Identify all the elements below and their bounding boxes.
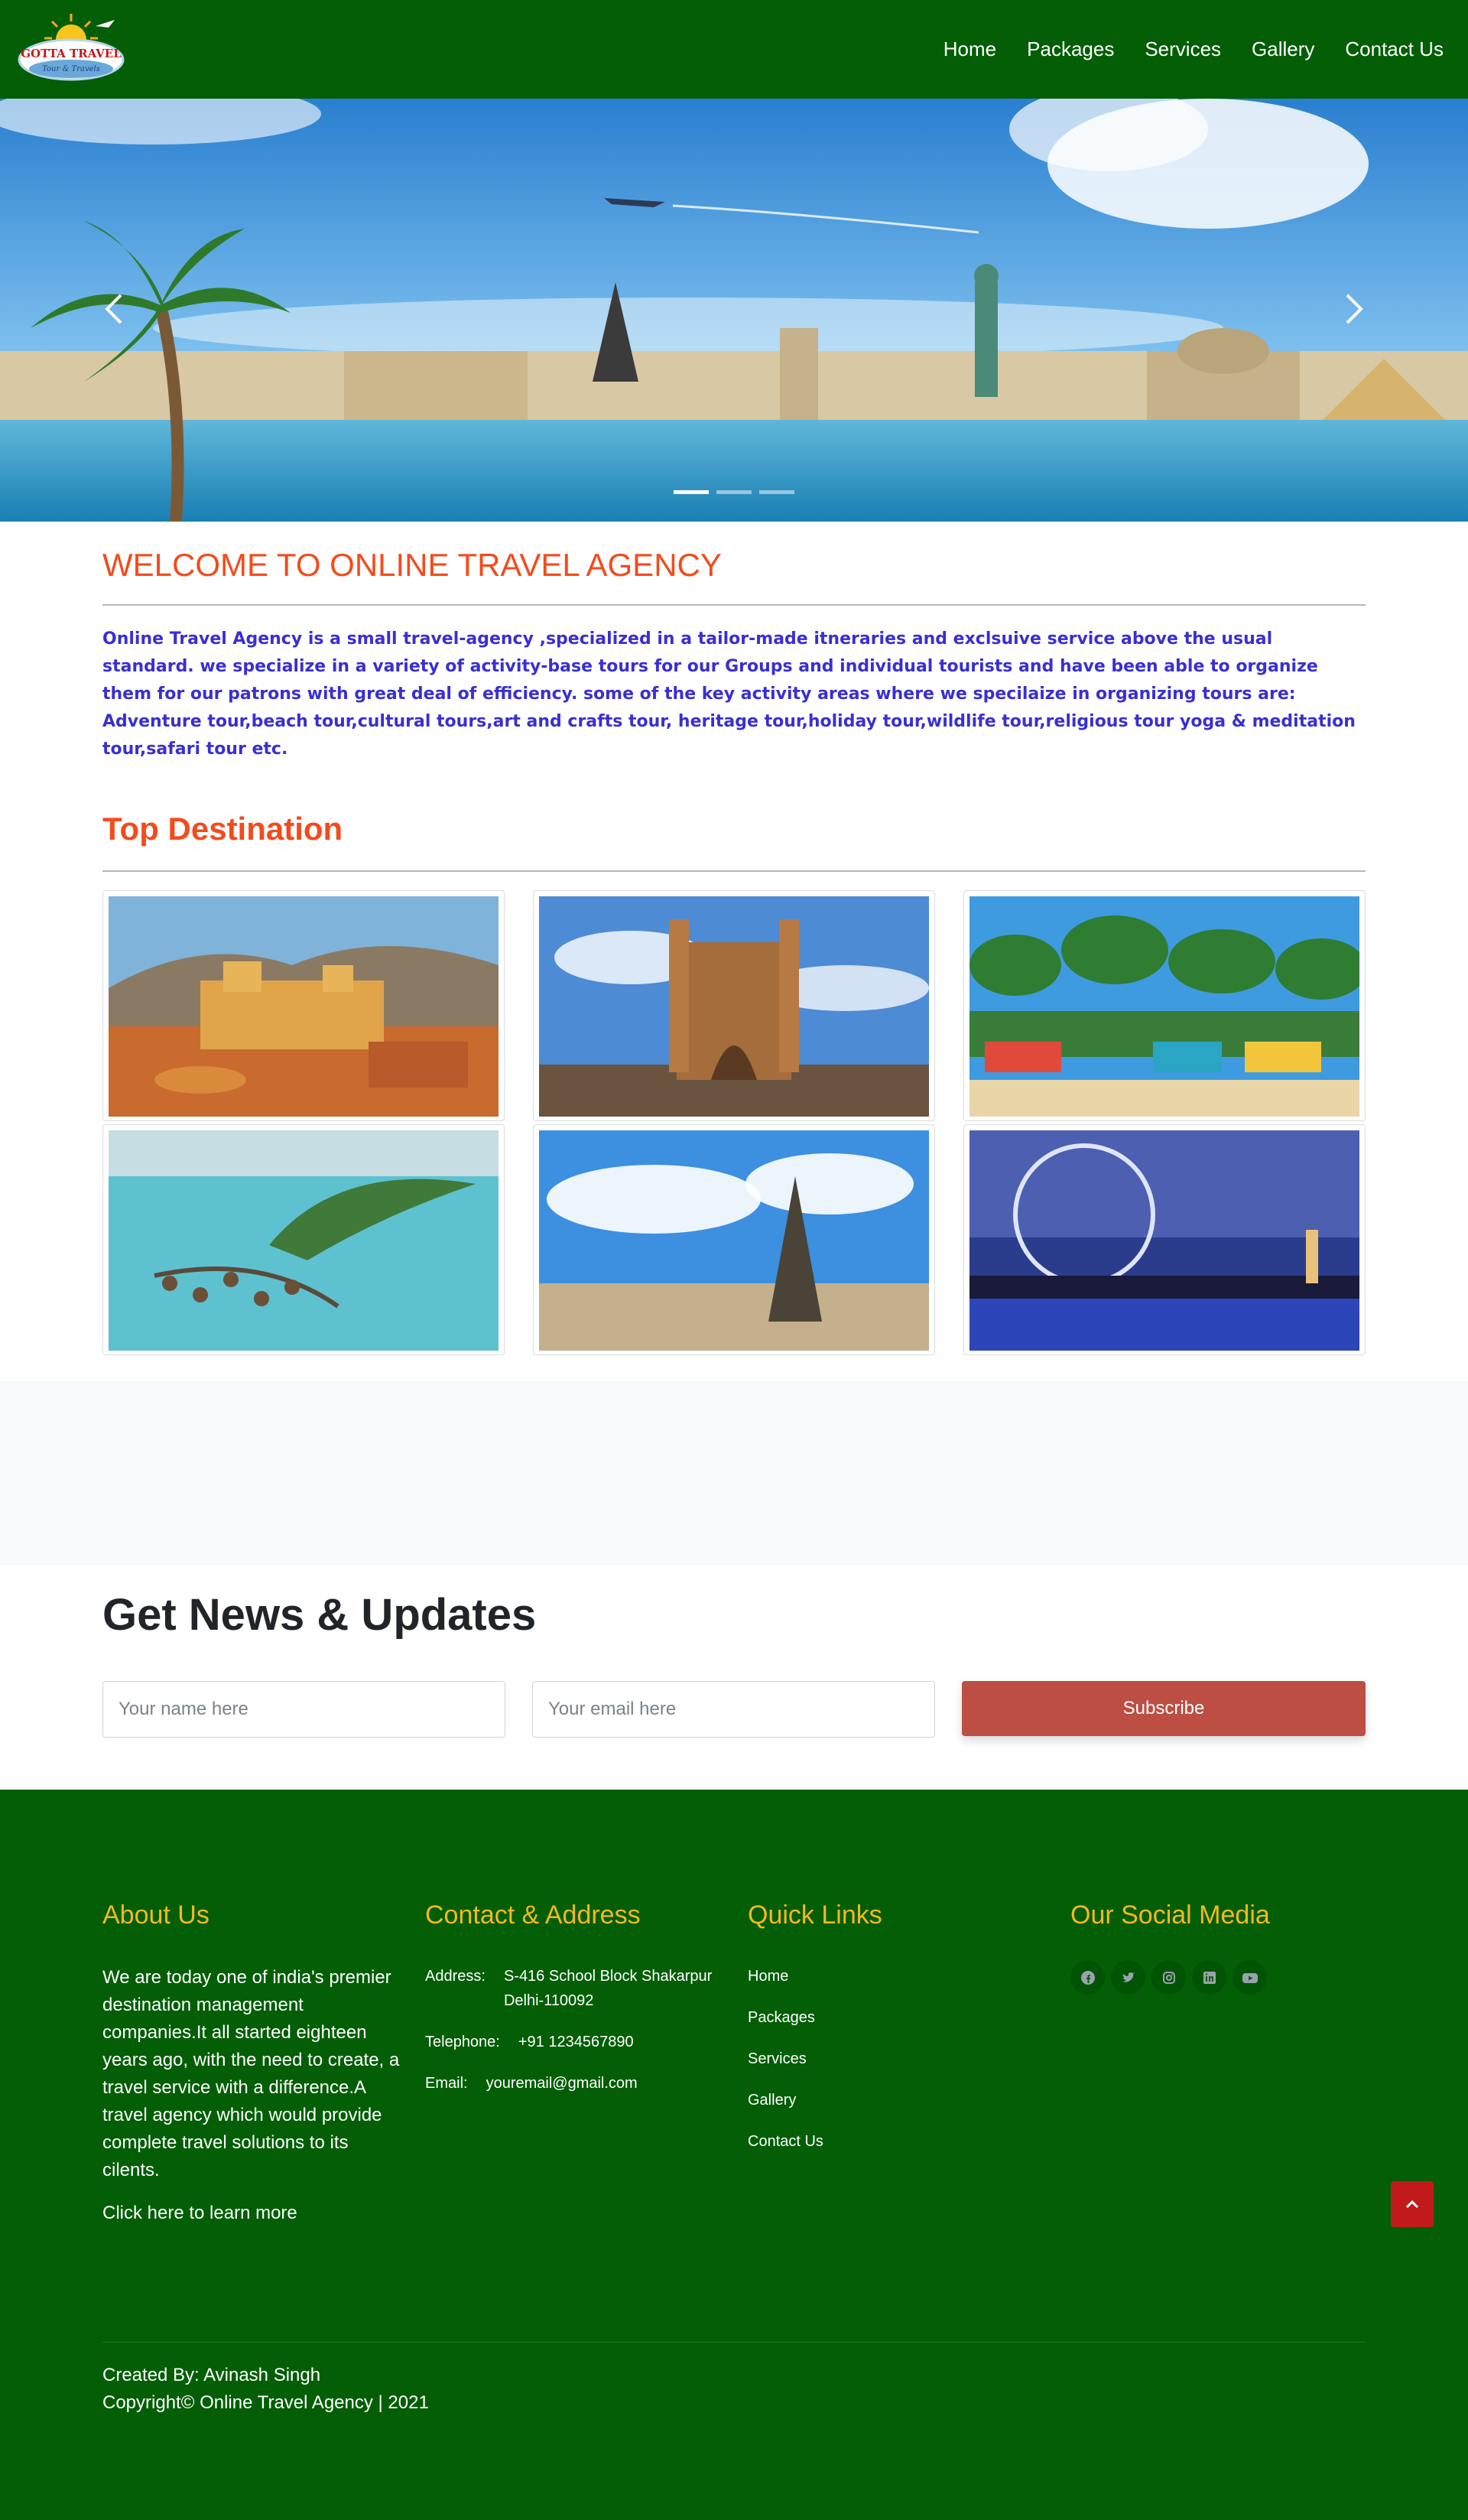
address-line-1: S-416 School Block Shakarpur <box>503 1968 713 1985</box>
about-text: We are today one of india's premier dest… <box>102 1967 400 2180</box>
contact-heading: Contact & Address <box>425 1901 641 1930</box>
learn-more-link[interactable]: Click here to learn more <box>102 2203 297 2224</box>
youtube-button[interactable] <box>1233 1960 1267 1995</box>
telephone-label: Telephone: <box>425 2034 500 2050</box>
twitter-icon <box>1122 1972 1135 1982</box>
carousel-indicator-1[interactable] <box>674 490 709 494</box>
quick-link-services[interactable]: Services <box>748 2050 807 2068</box>
welcome-text: Online Travel Agency is a small travel-a… <box>102 629 1356 759</box>
instagram-button[interactable] <box>1151 1960 1186 1995</box>
destination-card-hyderabad[interactable] <box>533 890 935 1121</box>
quick-links-heading: Quick Links <box>748 1901 882 1930</box>
destination-image <box>539 896 929 1117</box>
about-heading: About Us <box>102 1901 209 1930</box>
destination-card-jaipur[interactable] <box>102 890 505 1121</box>
destination-card-goa[interactable] <box>963 890 1366 1121</box>
carousel-indicators <box>0 490 1468 494</box>
svg-text:Tour & Travels: Tour & Travels <box>42 65 100 73</box>
subscribe-button[interactable]: Subscribe <box>962 1681 1366 1736</box>
telephone-value[interactable]: +91 1234567890 <box>518 2030 634 2054</box>
destination-card-paris[interactable] <box>533 1124 935 1355</box>
destination-image <box>109 896 499 1117</box>
gray-band <box>0 1381 1468 1565</box>
social-heading: Our Social Media <box>1070 1901 1270 1930</box>
newsletter-title: Get News & Updates <box>102 1590 537 1640</box>
carousel-indicator-2[interactable] <box>716 490 752 494</box>
facebook-icon <box>1080 1970 1095 1985</box>
quick-link-gallery[interactable]: Gallery <box>748 2092 796 2109</box>
credit-text: Created By: Avinash Singh <box>102 2365 321 2385</box>
nav-packages[interactable]: Packages <box>1027 37 1114 61</box>
destination-card-london[interactable] <box>963 1124 1366 1355</box>
contact-email: Email: youremail@gmail.com <box>425 2071 638 2096</box>
destination-card-maldives[interactable] <box>102 1124 505 1355</box>
nav-services[interactable]: Services <box>1145 37 1221 61</box>
destination-image <box>539 1130 929 1351</box>
destinations-title: Top Destination <box>102 811 343 847</box>
back-to-top-button[interactable] <box>1391 2181 1434 2227</box>
nav-gallery[interactable]: Gallery <box>1252 37 1314 61</box>
navbar: GOTTA TRAVEL Tour & Travels Home Package… <box>0 0 1468 99</box>
instagram-icon <box>1162 1971 1175 1984</box>
social-links <box>1070 1960 1267 1995</box>
twitter-button[interactable] <box>1111 1960 1145 1995</box>
carousel-indicator-3[interactable] <box>759 490 794 494</box>
copyright-text: Copyright© Online Travel Agency | 2021 <box>102 2392 429 2413</box>
linkedin-icon <box>1203 1971 1216 1984</box>
main-nav: Home Packages Services Gallery Contact U… <box>943 0 1444 99</box>
brand-logo[interactable]: GOTTA TRAVEL Tour & Travels <box>15 9 127 87</box>
chevron-right-icon <box>1346 294 1363 324</box>
footer-divider <box>102 2342 1366 2343</box>
quick-link-packages[interactable]: Packages <box>748 2009 815 2027</box>
welcome-divider <box>102 604 1366 606</box>
hero-carousel <box>0 99 1468 522</box>
carousel-next-button[interactable] <box>1330 286 1376 332</box>
contact-address: Address: S-416 School Block Shakarpur De… <box>425 1964 712 2013</box>
destinations-divider <box>102 870 1366 872</box>
email-input[interactable] <box>532 1681 935 1738</box>
linkedin-button[interactable] <box>1192 1960 1226 1995</box>
address-label: Address: <box>425 1968 486 1985</box>
quick-link-contact-us[interactable]: Contact Us <box>748 2133 823 2151</box>
nav-contact-us[interactable]: Contact Us <box>1345 37 1444 61</box>
name-input[interactable] <box>102 1681 505 1738</box>
email-value[interactable]: youremail@gmail.com <box>486 2071 638 2096</box>
destination-image <box>969 1130 1359 1351</box>
chevron-left-icon <box>105 294 122 324</box>
nav-home[interactable]: Home <box>943 37 996 61</box>
footer: About Us We are today one of india's pre… <box>0 1790 1468 2520</box>
address-line-2: Delhi-110092 <box>503 1992 594 2009</box>
welcome-title: WELCOME TO ONLINE TRAVEL AGENCY <box>102 547 722 583</box>
carousel-prev-button[interactable] <box>92 286 138 332</box>
destination-image <box>969 896 1359 1117</box>
quick-link-home[interactable]: Home <box>748 1968 788 1985</box>
email-label: Email: <box>425 2075 468 2092</box>
hero-slide-image <box>0 99 1468 522</box>
destination-image <box>109 1130 499 1351</box>
contact-telephone: Telephone: +91 1234567890 <box>425 2030 634 2054</box>
facebook-button[interactable] <box>1070 1960 1105 1995</box>
youtube-icon <box>1242 1972 1258 1983</box>
chevron-up-icon <box>1405 2200 1419 2209</box>
svg-text:GOTTA TRAVEL: GOTTA TRAVEL <box>21 47 122 60</box>
